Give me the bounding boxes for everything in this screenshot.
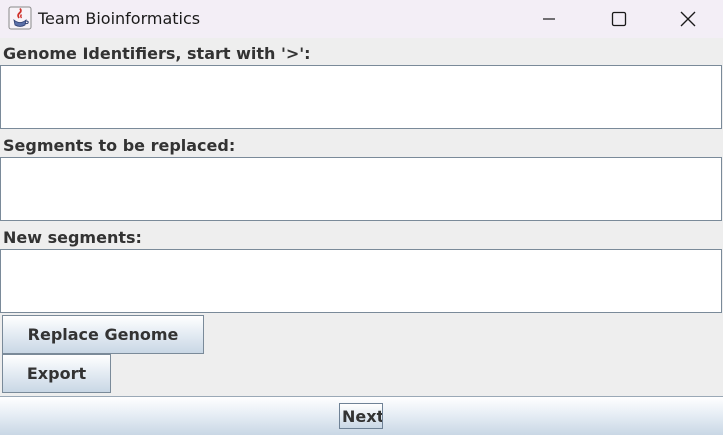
bottom-button-bar: Next xyxy=(0,396,723,435)
minimize-button[interactable] xyxy=(514,0,584,38)
segments-to-replace-label: Segments to be replaced: xyxy=(0,135,723,157)
maximize-button[interactable] xyxy=(584,0,654,38)
next-button[interactable]: Next xyxy=(339,403,383,429)
minimize-icon xyxy=(542,12,556,26)
genome-identifiers-label: Genome Identifiers, start with '>': xyxy=(0,43,723,65)
java-cup-icon xyxy=(8,6,32,30)
title-bar[interactable]: Team Bioinformatics xyxy=(0,0,723,38)
new-segments-label: New segments: xyxy=(0,227,723,249)
window-title: Team Bioinformatics xyxy=(38,9,201,28)
app-window: Team Bioinformatics Genome Identifiers, … xyxy=(0,0,723,435)
genome-identifiers-input[interactable] xyxy=(0,65,722,129)
replace-genome-button[interactable]: Replace Genome xyxy=(2,315,204,354)
close-icon xyxy=(680,11,696,27)
maximize-icon xyxy=(611,11,627,27)
segments-to-replace-input[interactable] xyxy=(0,157,722,221)
export-button[interactable]: Export xyxy=(2,354,111,393)
new-segments-input[interactable] xyxy=(0,249,722,313)
close-button[interactable] xyxy=(653,0,723,38)
